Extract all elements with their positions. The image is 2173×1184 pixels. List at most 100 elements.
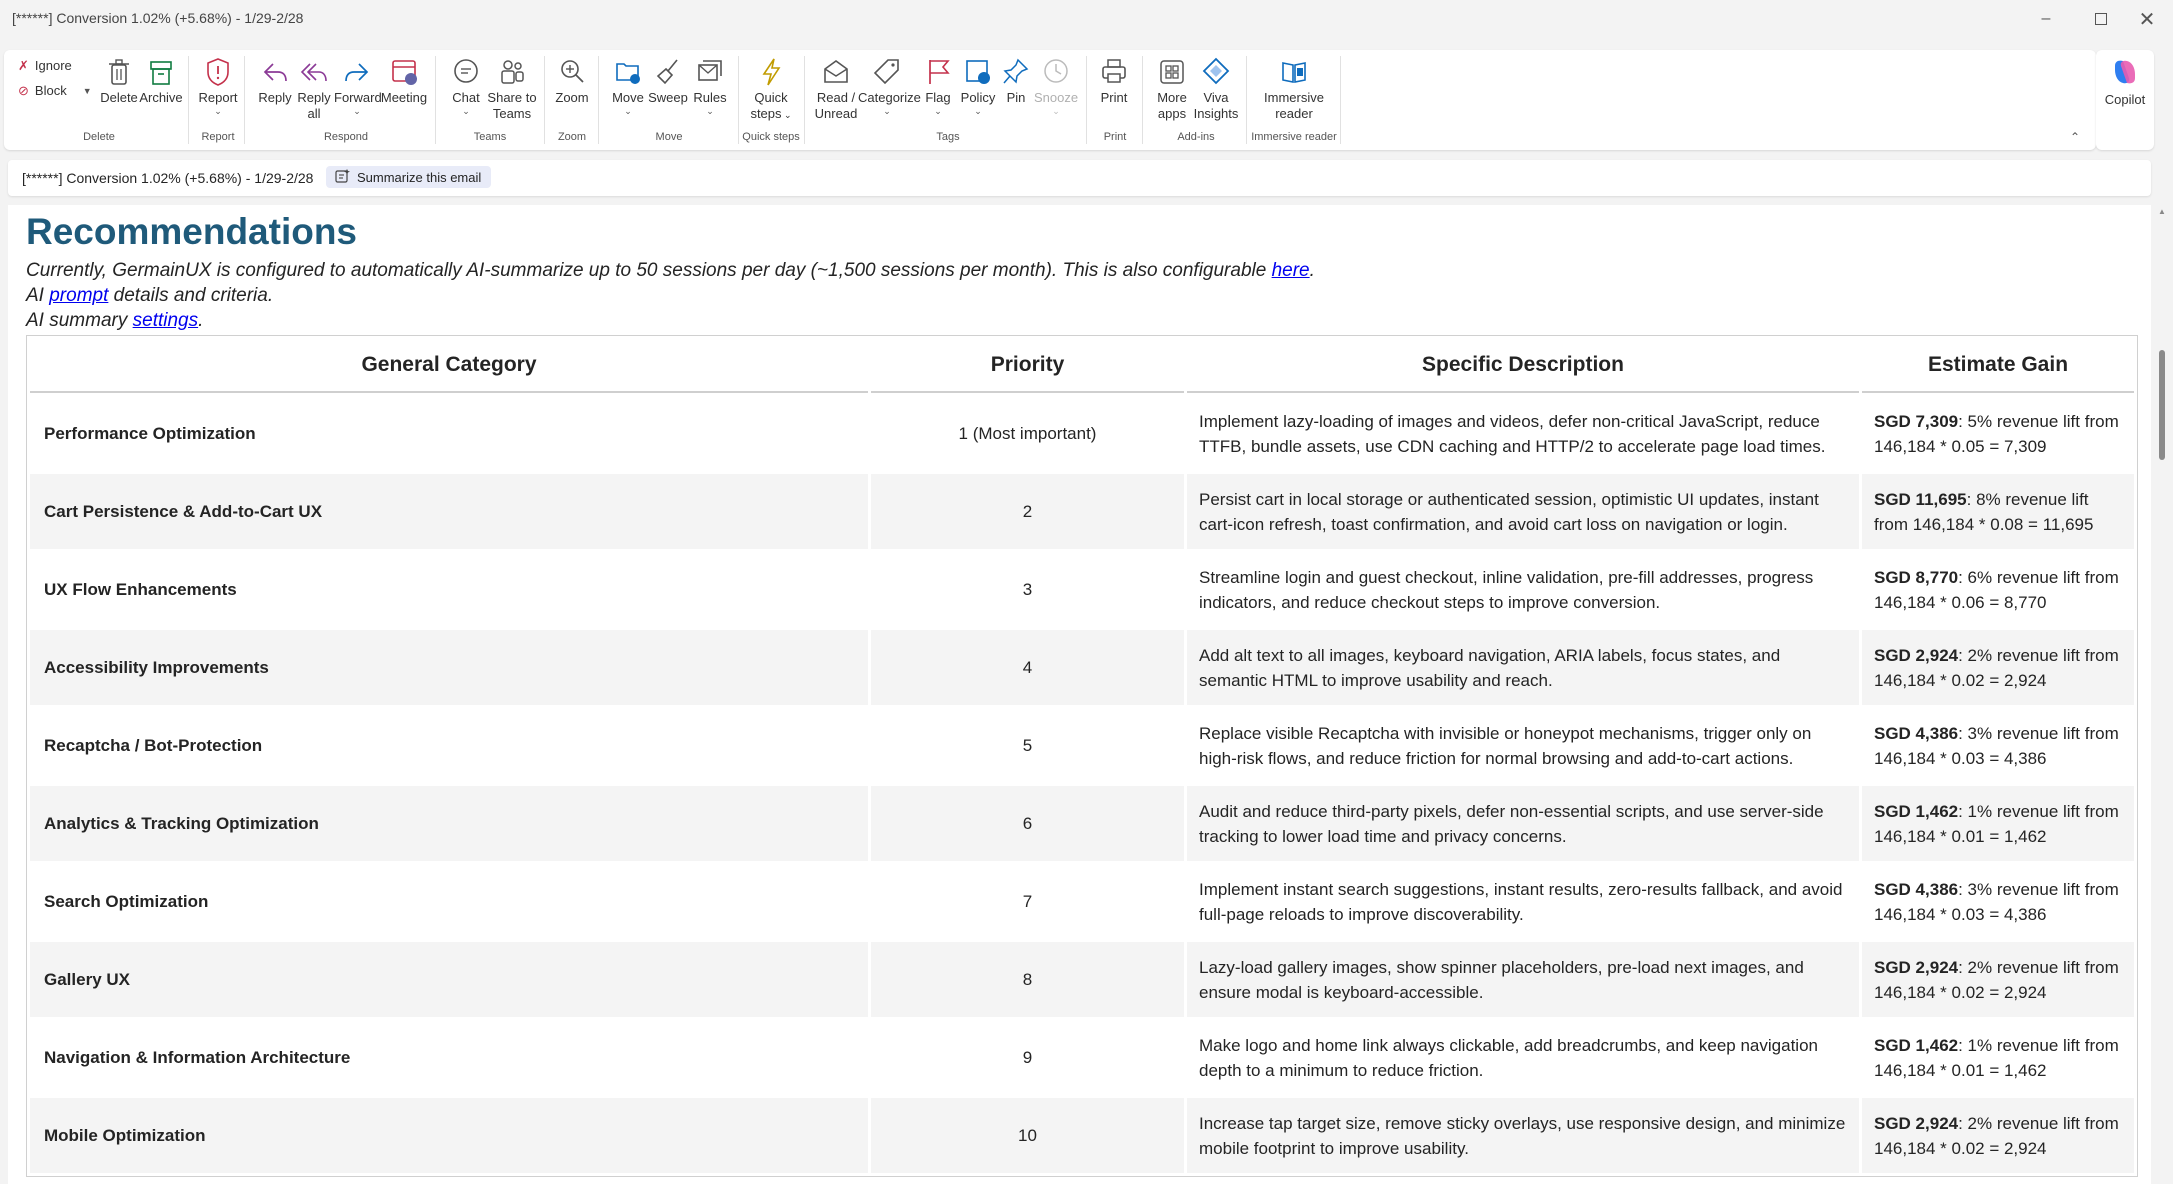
- copilot-button[interactable]: Copilot: [2096, 50, 2154, 150]
- estimate-gain-cell: SGD 8,770: 6% revenue lift from 146,184 …: [1862, 552, 2134, 627]
- gain-amount: SGD 11,695: [1874, 489, 1967, 509]
- read-unread-button[interactable]: Read / Unread: [812, 56, 860, 122]
- reply-icon: [255, 56, 295, 88]
- forward-button[interactable]: Forward ⌄: [334, 56, 382, 116]
- print-button[interactable]: Print: [1094, 56, 1134, 106]
- flag-icon: [920, 56, 956, 88]
- policy-button[interactable]: Policy ⌄: [958, 56, 998, 116]
- printer-icon: [1094, 56, 1134, 88]
- estimate-gain-cell: SGD 2,924: 2% revenue lift from 146,184 …: [1862, 630, 2134, 705]
- estimate-gain-cell: SGD 2,924: 2% revenue lift from 146,184 …: [1862, 1098, 2134, 1173]
- meeting-button[interactable]: Meeting: [379, 56, 429, 106]
- viva-insights-button[interactable]: Viva Insights: [1192, 56, 1240, 122]
- table-row: UX Flow Enhancements 3 Streamline login an…: [30, 552, 2134, 627]
- immersive-reader-button[interactable]: Immersive reader: [1256, 56, 1332, 122]
- collapse-ribbon-icon[interactable]: ⌃: [2070, 130, 2080, 144]
- priority-cell: 6: [871, 786, 1184, 861]
- archive-icon: [137, 56, 185, 88]
- estimate-gain-cell: SGD 7,309: 5% revenue lift from 146,184 …: [1862, 396, 2134, 471]
- flag-button[interactable]: Flag ⌄: [920, 56, 956, 116]
- categorize-button[interactable]: Categorize ⌄: [858, 56, 921, 116]
- recommendations-table: General Category Priority Specific Descr…: [26, 335, 2138, 1177]
- gain-amount: SGD 4,386: [1874, 879, 1959, 899]
- report-button[interactable]: Report ⌄: [196, 56, 240, 116]
- gain-amount: SGD 2,924: [1874, 645, 1959, 665]
- pin-icon: [1000, 56, 1032, 88]
- group-label-addins: Add-ins: [1177, 131, 1215, 143]
- configure-here-link[interactable]: here: [1272, 260, 1310, 281]
- chat-button[interactable]: Chat ⌄: [448, 56, 484, 116]
- group-label-tags: Tags: [936, 131, 960, 143]
- priority-cell: 9: [1022, 1048, 1033, 1067]
- zoom-button[interactable]: Zoom: [552, 56, 592, 106]
- scroll-up-icon[interactable]: ▲: [2158, 207, 2166, 216]
- reply-button[interactable]: Reply: [255, 56, 295, 106]
- gain-amount: SGD 4,386: [1874, 723, 1959, 743]
- group-label-quick-steps: Quick steps: [742, 131, 800, 143]
- chevron-down-icon: ⌄: [353, 106, 361, 116]
- zoom-icon: [552, 56, 592, 88]
- category-cell: Gallery UX: [30, 942, 868, 1017]
- chevron-down-icon: ⌄: [214, 106, 222, 116]
- block-icon: ⊘: [18, 83, 29, 98]
- header-specific-description: Specific Description: [1187, 339, 1859, 393]
- description-cell: Streamline login and guest checkout, inl…: [1199, 567, 1814, 612]
- description-cell: Replace visible Recaptcha with invisible…: [1199, 723, 1812, 768]
- rules-button[interactable]: Rules ⌄: [690, 56, 730, 116]
- category-cell: Cart Persistence & Add-to-Cart UX: [30, 474, 868, 549]
- maximize-icon[interactable]: [2078, 0, 2124, 38]
- block-button[interactable]: ⊘ Block ▼: [18, 83, 92, 99]
- settings-link[interactable]: settings: [133, 310, 198, 331]
- viva-insights-icon: [1192, 56, 1240, 88]
- move-button[interactable]: Move ⌄: [608, 56, 648, 116]
- table-row: Mobile Optimization 10 Increase tap target…: [30, 1098, 2134, 1173]
- broom-icon: [648, 56, 688, 88]
- summarize-icon: [334, 168, 350, 187]
- group-label-print: Print: [1103, 131, 1127, 143]
- vertical-scrollbar[interactable]: ▲: [2157, 205, 2167, 1184]
- estimate-gain-cell: SGD 1,462: 1% revenue lift from 146,184 …: [1862, 786, 2134, 861]
- gain-amount: SGD 1,462: [1874, 1035, 1959, 1055]
- sweep-button[interactable]: Sweep: [648, 56, 688, 106]
- description-cell: Add alt text to all images, keyboard nav…: [1187, 630, 1859, 705]
- group-label-delete: Delete: [83, 131, 115, 143]
- priority-cell: 1 (Most important): [958, 424, 1097, 443]
- priority-cell: 4: [871, 630, 1184, 705]
- table-row: Cart Persistence & Add-to-Cart UX 2 Persis…: [30, 474, 2134, 549]
- forward-icon: [334, 56, 380, 88]
- group-label-immersive: Immersive reader: [1251, 131, 1337, 143]
- share-to-teams-button[interactable]: Share to Teams: [486, 56, 538, 122]
- snooze-button[interactable]: Snooze ⌄: [1034, 56, 1078, 116]
- description-cell: Increase tap target size, remove sticky …: [1187, 1098, 1859, 1173]
- table-row: Performance Optimization 1 (Most importan…: [30, 396, 2134, 471]
- minimize-icon[interactable]: –: [2023, 0, 2069, 38]
- group-label-zoom: Zoom: [557, 131, 587, 143]
- quick-steps-button[interactable]: Quick steps ⌄: [748, 56, 794, 123]
- group-label-report: Report: [201, 131, 235, 143]
- estimate-gain-cell: SGD 4,386: 3% revenue lift from 146,184 …: [1862, 864, 2134, 939]
- scrollbar-thumb[interactable]: [2159, 350, 2165, 460]
- more-apps-button[interactable]: More apps: [1152, 56, 1192, 122]
- rules-icon: [690, 56, 730, 88]
- ignore-button[interactable]: ✗ Ignore: [18, 58, 72, 74]
- category-cell: Mobile Optimization: [30, 1098, 868, 1173]
- priority-cell: 3: [1022, 580, 1033, 599]
- table-row: Recaptcha / Bot-Protection 5 Replace visib…: [30, 708, 2134, 783]
- description-cell: Make logo and home link always clickable…: [1199, 1035, 1818, 1080]
- pin-button[interactable]: Pin: [1000, 56, 1032, 106]
- description-cell: Persist cart in local storage or authent…: [1187, 474, 1859, 549]
- prompt-link[interactable]: prompt: [49, 285, 108, 306]
- email-body: Recommendations Currently, GermainUX is …: [8, 205, 2151, 1184]
- chat-icon: [448, 56, 484, 88]
- header-priority: Priority: [871, 339, 1184, 393]
- close-icon[interactable]: ✕: [2124, 0, 2170, 38]
- summarize-email-button[interactable]: Summarize this email: [326, 166, 492, 188]
- group-label-respond: Respond: [323, 131, 369, 143]
- apps-grid-icon: [1152, 56, 1192, 88]
- archive-button[interactable]: Archive: [137, 56, 185, 106]
- description-cell: Lazy-load gallery images, show spinner p…: [1187, 942, 1859, 1017]
- policy-icon: [958, 56, 998, 88]
- folder-move-icon: [608, 56, 648, 88]
- reply-all-button[interactable]: Reply all: [294, 56, 334, 122]
- delete-button[interactable]: Delete: [99, 56, 139, 106]
